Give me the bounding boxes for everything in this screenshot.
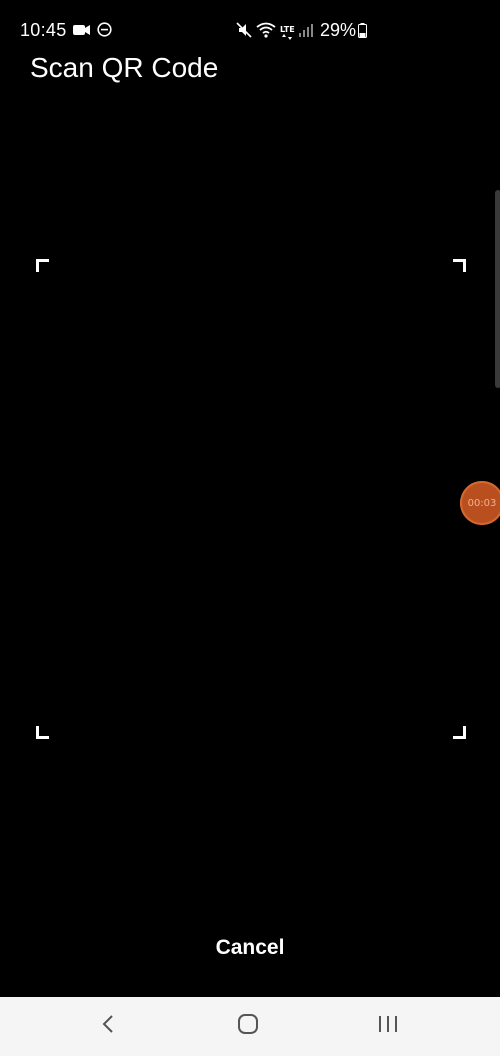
mute-icon xyxy=(236,22,252,43)
wifi-icon xyxy=(256,22,276,43)
status-time: 10:45 xyxy=(20,20,67,40)
do-not-disturb-icon xyxy=(97,22,112,42)
home-icon xyxy=(237,1013,259,1040)
battery-percent: 29% xyxy=(320,20,357,40)
back-icon xyxy=(101,1014,115,1039)
back-button[interactable] xyxy=(68,997,148,1056)
edge-panel-handle[interactable] xyxy=(495,190,500,388)
screen-record-bubble[interactable]: 00:03 xyxy=(460,481,500,525)
record-timer: 00:03 xyxy=(467,497,497,509)
viewfinder-corner-top-right xyxy=(453,259,466,272)
video-camera-icon xyxy=(73,23,91,42)
viewfinder-corner-bottom-left xyxy=(36,726,49,739)
home-button[interactable] xyxy=(208,997,288,1056)
navigation-bar xyxy=(0,997,500,1056)
status-right-icons: LTE xyxy=(236,22,313,43)
cancel-button[interactable]: Cancel xyxy=(190,930,310,966)
lte-label: LTE xyxy=(280,24,295,34)
status-left-icons xyxy=(73,22,112,42)
signal-icon xyxy=(298,23,313,42)
lte-icon: LTE xyxy=(280,24,295,40)
page-title: Scan QR Code xyxy=(30,52,219,83)
viewfinder-corner-bottom-right xyxy=(453,726,466,739)
viewfinder-corner-top-left xyxy=(36,259,49,272)
recents-icon xyxy=(377,1014,399,1039)
battery-icon xyxy=(358,23,367,43)
recents-button[interactable] xyxy=(348,997,428,1056)
